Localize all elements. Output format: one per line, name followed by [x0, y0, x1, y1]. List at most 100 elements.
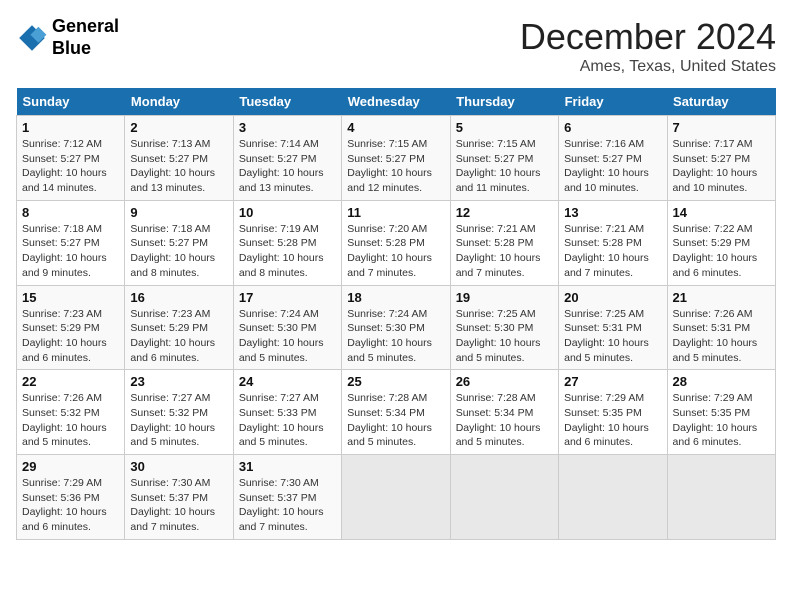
day-number: 17 [239, 290, 336, 305]
day-number: 19 [456, 290, 553, 305]
day-info: Sunrise: 7:28 AM Sunset: 5:34 PM Dayligh… [456, 391, 553, 450]
day-info: Sunrise: 7:22 AM Sunset: 5:29 PM Dayligh… [673, 222, 770, 281]
day-info: Sunrise: 7:26 AM Sunset: 5:32 PM Dayligh… [22, 391, 119, 450]
day-info: Sunrise: 7:14 AM Sunset: 5:27 PM Dayligh… [239, 137, 336, 196]
calendar-cell: 9 Sunrise: 7:18 AM Sunset: 5:27 PM Daylig… [125, 200, 233, 285]
weekday-header-saturday: Saturday [667, 88, 775, 116]
day-info: Sunrise: 7:23 AM Sunset: 5:29 PM Dayligh… [130, 307, 227, 366]
logo-line2: Blue [52, 38, 119, 60]
day-number: 29 [22, 459, 119, 474]
day-info: Sunrise: 7:25 AM Sunset: 5:30 PM Dayligh… [456, 307, 553, 366]
calendar-cell: 5 Sunrise: 7:15 AM Sunset: 5:27 PM Daylig… [450, 116, 558, 201]
day-info: Sunrise: 7:30 AM Sunset: 5:37 PM Dayligh… [130, 476, 227, 535]
day-info: Sunrise: 7:25 AM Sunset: 5:31 PM Dayligh… [564, 307, 661, 366]
weekday-header-tuesday: Tuesday [233, 88, 341, 116]
day-number: 2 [130, 120, 227, 135]
calendar-cell: 6 Sunrise: 7:16 AM Sunset: 5:27 PM Daylig… [559, 116, 667, 201]
day-number: 8 [22, 205, 119, 220]
day-info: Sunrise: 7:21 AM Sunset: 5:28 PM Dayligh… [564, 222, 661, 281]
day-info: Sunrise: 7:27 AM Sunset: 5:33 PM Dayligh… [239, 391, 336, 450]
day-number: 22 [22, 374, 119, 389]
calendar-cell: 26Sunrise: 7:28 AM Sunset: 5:34 PM Dayli… [450, 370, 558, 455]
day-info: Sunrise: 7:12 AM Sunset: 5:27 PM Dayligh… [22, 137, 119, 196]
calendar-cell: 28Sunrise: 7:29 AM Sunset: 5:35 PM Dayli… [667, 370, 775, 455]
day-number: 30 [130, 459, 227, 474]
day-info: Sunrise: 7:13 AM Sunset: 5:27 PM Dayligh… [130, 137, 227, 196]
day-info: Sunrise: 7:29 AM Sunset: 5:35 PM Dayligh… [673, 391, 770, 450]
location: Ames, Texas, United States [520, 58, 776, 76]
day-info: Sunrise: 7:24 AM Sunset: 5:30 PM Dayligh… [239, 307, 336, 366]
calendar-cell: 18Sunrise: 7:24 AM Sunset: 5:30 PM Dayli… [342, 285, 450, 370]
calendar-cell: 24Sunrise: 7:27 AM Sunset: 5:33 PM Dayli… [233, 370, 341, 455]
day-info: Sunrise: 7:28 AM Sunset: 5:34 PM Dayligh… [347, 391, 444, 450]
calendar-cell: 14 Sunrise: 7:22 AM Sunset: 5:29 PM Dayli… [667, 200, 775, 285]
day-number: 14 [673, 205, 770, 220]
calendar-cell: 7 Sunrise: 7:17 AM Sunset: 5:27 PM Daylig… [667, 116, 775, 201]
weekday-header-friday: Friday [559, 88, 667, 116]
calendar-week-3: 15 Sunrise: 7:23 AM Sunset: 5:29 PM Dayli… [17, 285, 776, 370]
calendar-cell: 3Sunrise: 7:14 AM Sunset: 5:27 PM Daylig… [233, 116, 341, 201]
day-info: Sunrise: 7:15 AM Sunset: 5:27 PM Dayligh… [456, 137, 553, 196]
logo: General Blue [16, 16, 119, 59]
title-block: December 2024 Ames, Texas, United States [520, 16, 776, 76]
calendar-week-1: 1 Sunrise: 7:12 AM Sunset: 5:27 PM Daylig… [17, 116, 776, 201]
day-number: 15 [22, 290, 119, 305]
day-info: Sunrise: 7:29 AM Sunset: 5:36 PM Dayligh… [22, 476, 119, 535]
day-info: Sunrise: 7:26 AM Sunset: 5:31 PM Dayligh… [673, 307, 770, 366]
day-number: 11 [347, 205, 444, 220]
calendar-cell: 8 Sunrise: 7:18 AM Sunset: 5:27 PM Daylig… [17, 200, 125, 285]
calendar-cell: 25Sunrise: 7:28 AM Sunset: 5:34 PM Dayli… [342, 370, 450, 455]
calendar-cell: 10Sunrise: 7:19 AM Sunset: 5:28 PM Dayli… [233, 200, 341, 285]
calendar-cell: 21Sunrise: 7:26 AM Sunset: 5:31 PM Dayli… [667, 285, 775, 370]
day-info: Sunrise: 7:15 AM Sunset: 5:27 PM Dayligh… [347, 137, 444, 196]
calendar-week-5: 29 Sunrise: 7:29 AM Sunset: 5:36 PM Dayli… [17, 455, 776, 540]
calendar-cell: 1 Sunrise: 7:12 AM Sunset: 5:27 PM Daylig… [17, 116, 125, 201]
day-number: 13 [564, 205, 661, 220]
logo-line1: General [52, 16, 119, 38]
day-number: 23 [130, 374, 227, 389]
weekday-header-wednesday: Wednesday [342, 88, 450, 116]
weekday-header-monday: Monday [125, 88, 233, 116]
weekday-header-row: SundayMondayTuesdayWednesdayThursdayFrid… [17, 88, 776, 116]
day-number: 20 [564, 290, 661, 305]
calendar-week-2: 8 Sunrise: 7:18 AM Sunset: 5:27 PM Daylig… [17, 200, 776, 285]
day-info: Sunrise: 7:21 AM Sunset: 5:28 PM Dayligh… [456, 222, 553, 281]
day-number: 5 [456, 120, 553, 135]
calendar-cell: 17 Sunrise: 7:24 AM Sunset: 5:30 PM Dayli… [233, 285, 341, 370]
day-info: Sunrise: 7:19 AM Sunset: 5:28 PM Dayligh… [239, 222, 336, 281]
day-number: 4 [347, 120, 444, 135]
day-number: 27 [564, 374, 661, 389]
day-info: Sunrise: 7:30 AM Sunset: 5:37 PM Dayligh… [239, 476, 336, 535]
weekday-header-thursday: Thursday [450, 88, 558, 116]
calendar-cell: 20 Sunrise: 7:25 AM Sunset: 5:31 PM Dayli… [559, 285, 667, 370]
calendar-cell: 22 Sunrise: 7:26 AM Sunset: 5:32 PM Dayli… [17, 370, 125, 455]
day-number: 9 [130, 205, 227, 220]
calendar-cell [559, 455, 667, 540]
day-number: 1 [22, 120, 119, 135]
logo-icon [16, 22, 48, 54]
calendar-cell: 13 Sunrise: 7:21 AM Sunset: 5:28 PM Dayli… [559, 200, 667, 285]
day-number: 6 [564, 120, 661, 135]
calendar-cell: 2 Sunrise: 7:13 AM Sunset: 5:27 PM Daylig… [125, 116, 233, 201]
day-info: Sunrise: 7:24 AM Sunset: 5:30 PM Dayligh… [347, 307, 444, 366]
day-number: 12 [456, 205, 553, 220]
calendar-cell: 27 Sunrise: 7:29 AM Sunset: 5:35 PM Dayli… [559, 370, 667, 455]
day-number: 7 [673, 120, 770, 135]
calendar-cell [342, 455, 450, 540]
calendar-cell: 31 Sunrise: 7:30 AM Sunset: 5:37 PM Dayli… [233, 455, 341, 540]
day-info: Sunrise: 7:18 AM Sunset: 5:27 PM Dayligh… [22, 222, 119, 281]
day-info: Sunrise: 7:29 AM Sunset: 5:35 PM Dayligh… [564, 391, 661, 450]
calendar-cell [667, 455, 775, 540]
month-title: December 2024 [520, 16, 776, 58]
calendar-cell: 11Sunrise: 7:20 AM Sunset: 5:28 PM Dayli… [342, 200, 450, 285]
calendar-cell: 29 Sunrise: 7:29 AM Sunset: 5:36 PM Dayli… [17, 455, 125, 540]
day-info: Sunrise: 7:16 AM Sunset: 5:27 PM Dayligh… [564, 137, 661, 196]
calendar-cell [450, 455, 558, 540]
calendar-cell: 23Sunrise: 7:27 AM Sunset: 5:32 PM Dayli… [125, 370, 233, 455]
day-info: Sunrise: 7:17 AM Sunset: 5:27 PM Dayligh… [673, 137, 770, 196]
day-number: 16 [130, 290, 227, 305]
day-info: Sunrise: 7:18 AM Sunset: 5:27 PM Dayligh… [130, 222, 227, 281]
calendar-cell: 4 Sunrise: 7:15 AM Sunset: 5:27 PM Daylig… [342, 116, 450, 201]
day-number: 31 [239, 459, 336, 474]
weekday-header-sunday: Sunday [17, 88, 125, 116]
